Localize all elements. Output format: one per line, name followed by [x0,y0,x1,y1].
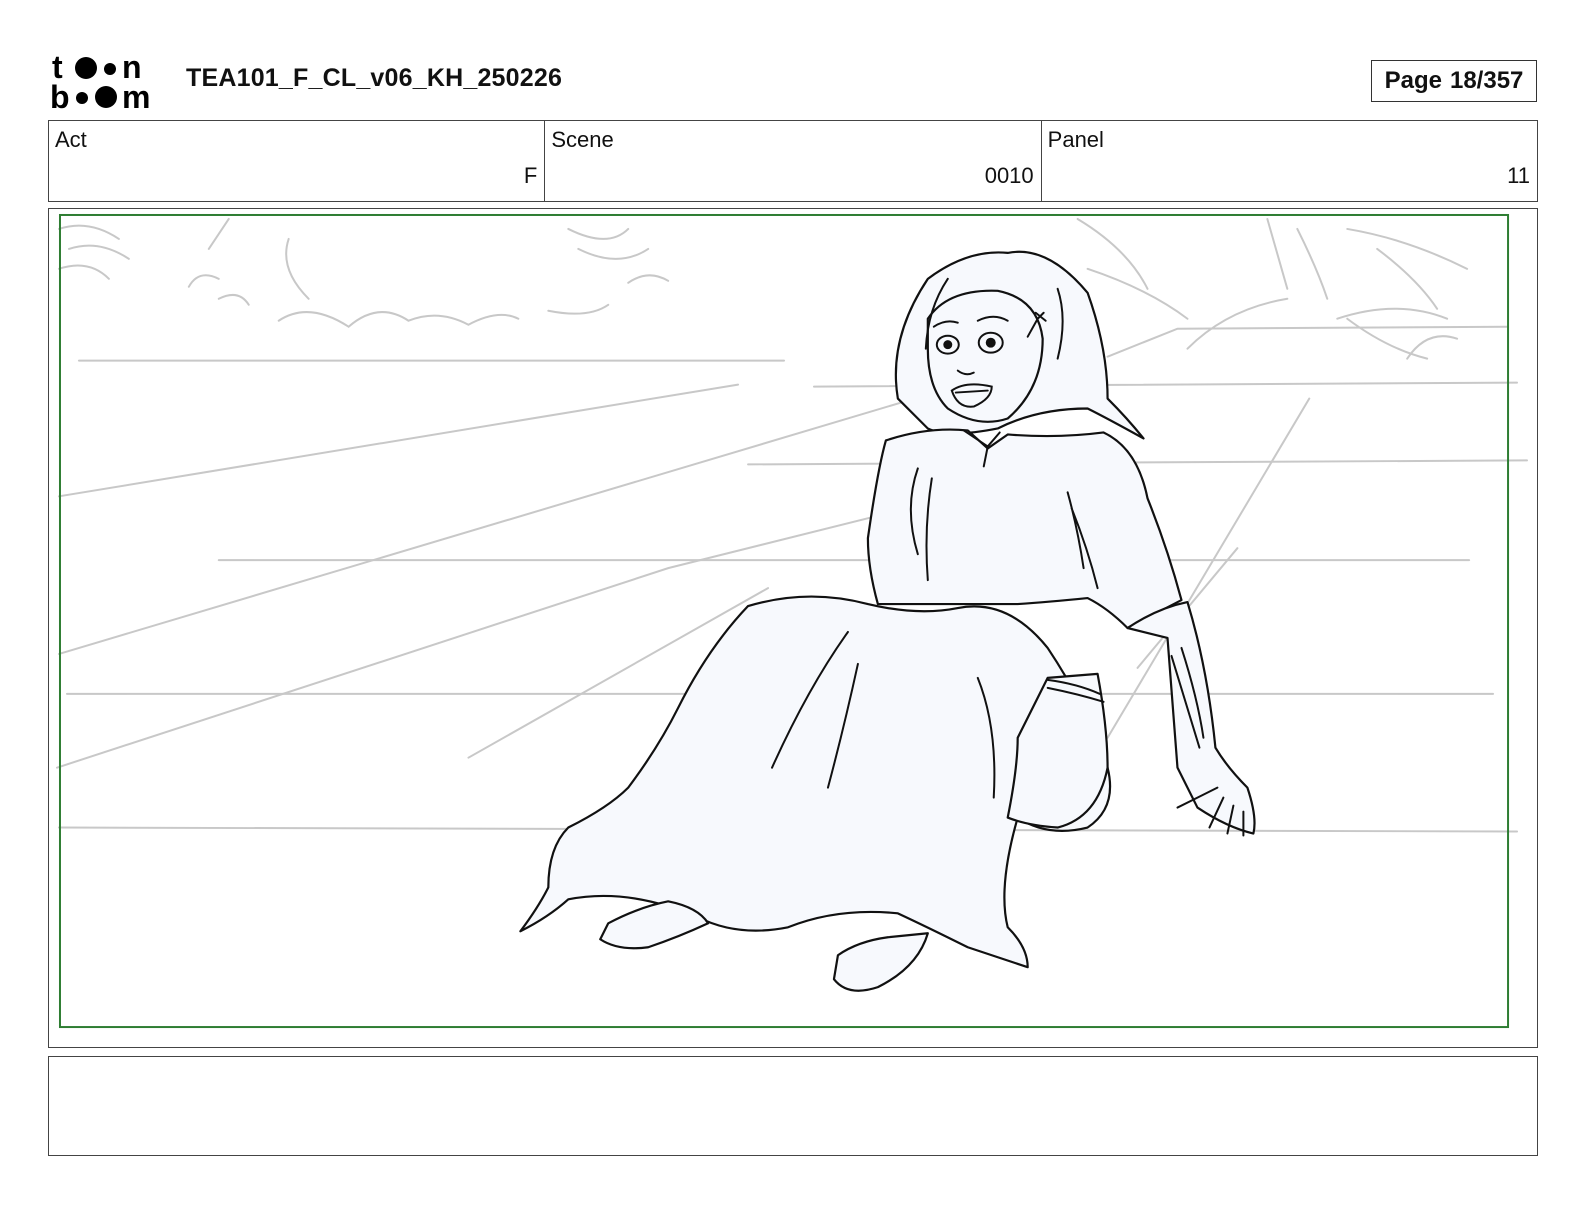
storyboard-panel [48,208,1538,1048]
scene-label: Scene [551,127,614,152]
act-value: F [523,163,538,188]
scene-cell: Scene 0010 [545,121,1042,201]
panel-notes-box [48,1056,1538,1156]
character-figure [519,250,1256,992]
panel-sketch [55,213,1529,1029]
svg-text:m: m [122,79,150,112]
svg-text:b: b [50,79,70,112]
panel-value: 11 [1507,163,1530,188]
toon-boom-logo: t n b m [50,50,150,112]
scene-value: 0010 [984,163,1034,188]
act-cell: Act F [49,121,546,201]
document-title: TEA101_F_CL_v06_KH_250226 [186,64,563,92]
panel-cell: Panel 11 [1042,121,1537,201]
page-indicator: Page 18/357 [1371,60,1537,102]
act-label: Act [55,127,87,152]
panel-info-row: Act F Scene 0010 Panel 11 [48,120,1538,202]
page-label: Page [1384,67,1442,94]
page-number: 18/357 [1449,67,1524,94]
panel-label: Panel [1047,127,1104,152]
